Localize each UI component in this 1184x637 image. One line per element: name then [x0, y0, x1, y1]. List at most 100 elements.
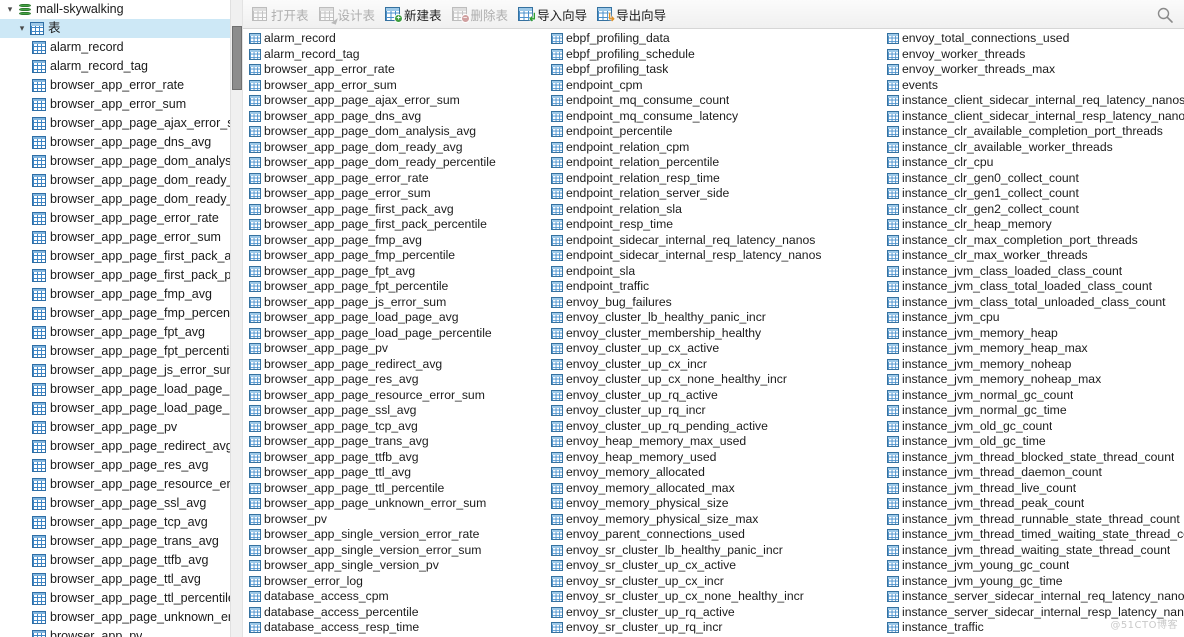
- table-list-item[interactable]: browser_app_page_unknown_error_sum: [249, 496, 545, 512]
- table-list-item[interactable]: instance_jvm_cpu: [887, 310, 1184, 326]
- table-list-item[interactable]: browser_app_page_tcp_avg: [249, 419, 545, 435]
- sidebar-scrollbar-thumb[interactable]: [232, 26, 242, 90]
- table-list-item[interactable]: envoy_sr_cluster_up_rq_incr: [551, 620, 881, 636]
- table-list-item[interactable]: instance_server_sidecar_internal_req_lat…: [887, 589, 1184, 605]
- table-name-list[interactable]: alarm_record alarm_record_tag browser_app_…: [243, 29, 1184, 637]
- tree-node-table[interactable]: browser_app_page_load_page_percentile: [0, 399, 231, 418]
- table-list-item[interactable]: browser_app_page_trans_avg: [249, 434, 545, 450]
- tree-node-table[interactable]: browser_app_page_ajax_error_sum: [0, 114, 231, 133]
- table-list-item[interactable]: endpoint_relation_percentile: [551, 155, 881, 171]
- table-list-item[interactable]: browser_app_page_redirect_avg: [249, 357, 545, 373]
- tree-node-table[interactable]: browser_app_page_load_page_avg: [0, 380, 231, 399]
- tree-node-table[interactable]: browser_app_page_first_pack_avg: [0, 247, 231, 266]
- table-list-column-2[interactable]: ebpf_profiling_data ebpf_profiling_schedu…: [545, 31, 881, 637]
- table-list-item[interactable]: ebpf_profiling_task: [551, 62, 881, 78]
- table-list-item[interactable]: envoy_worker_threads: [887, 47, 1184, 63]
- tree-node-table[interactable]: browser_app_page_ttl_avg: [0, 570, 231, 589]
- table-list-item[interactable]: instance_jvm_memory_noheap_max: [887, 372, 1184, 388]
- table-list-item[interactable]: envoy_memory_allocated: [551, 465, 881, 481]
- table-list-item[interactable]: instance_clr_available_completion_port_t…: [887, 124, 1184, 140]
- tree-node-table[interactable]: browser_app_page_fmp_percentile: [0, 304, 231, 323]
- table-list-item[interactable]: browser_app_single_version_error_sum: [249, 543, 545, 559]
- table-list-item[interactable]: envoy_sr_cluster_up_cx_none_healthy_incr: [551, 589, 881, 605]
- table-list-item[interactable]: instance_jvm_thread_timed_waiting_state_…: [887, 527, 1184, 543]
- table-list-item[interactable]: browser_app_page_load_page_percentile: [249, 326, 545, 342]
- table-list-item[interactable]: browser_app_page_dom_ready_avg: [249, 140, 545, 156]
- table-list-item[interactable]: browser_app_error_sum: [249, 78, 545, 94]
- table-list-item[interactable]: envoy_parent_connections_used: [551, 527, 881, 543]
- tree-node-table[interactable]: browser_app_page_error_sum: [0, 228, 231, 247]
- tree-node-table[interactable]: browser_app_page_dom_analysis_avg: [0, 152, 231, 171]
- table-list-item[interactable]: envoy_cluster_up_cx_none_healthy_incr: [551, 372, 881, 388]
- table-list-item[interactable]: envoy_cluster_up_cx_incr: [551, 357, 881, 373]
- tree-node-table[interactable]: browser_app_page_tcp_avg: [0, 513, 231, 532]
- table-list-item[interactable]: instance_clr_gen2_collect_count: [887, 202, 1184, 218]
- table-list-item[interactable]: envoy_cluster_up_rq_active: [551, 388, 881, 404]
- table-list-item[interactable]: browser_app_page_fpt_avg: [249, 264, 545, 280]
- table-list-item[interactable]: envoy_sr_cluster_up_rq_active: [551, 605, 881, 621]
- tree-node-table[interactable]: browser_app_page_ttfb_avg: [0, 551, 231, 570]
- table-list-item[interactable]: instance_jvm_thread_live_count: [887, 481, 1184, 497]
- table-list-item[interactable]: instance_jvm_class_total_unloaded_class_…: [887, 295, 1184, 311]
- table-list-item[interactable]: ebpf_profiling_data: [551, 31, 881, 47]
- table-list-item[interactable]: instance_jvm_thread_daemon_count: [887, 465, 1184, 481]
- table-list-item[interactable]: instance_clr_gen1_collect_count: [887, 186, 1184, 202]
- table-list-item[interactable]: endpoint_relation_resp_time: [551, 171, 881, 187]
- tree-node-table[interactable]: browser_app_page_redirect_avg: [0, 437, 231, 456]
- table-list-item[interactable]: instance_client_sidecar_internal_req_lat…: [887, 93, 1184, 109]
- table-list-item[interactable]: endpoint_relation_server_side: [551, 186, 881, 202]
- tree-node-table[interactable]: alarm_record: [0, 38, 231, 57]
- table-list-item[interactable]: browser_app_page_fmp_avg: [249, 233, 545, 249]
- table-list-item[interactable]: instance_jvm_class_total_loaded_class_co…: [887, 279, 1184, 295]
- table-list-item[interactable]: endpoint_mq_consume_latency: [551, 109, 881, 125]
- table-list-item[interactable]: instance_clr_heap_memory: [887, 217, 1184, 233]
- table-list-item[interactable]: instance_server_sidecar_internal_resp_la…: [887, 605, 1184, 621]
- table-list-item[interactable]: instance_client_sidecar_internal_resp_la…: [887, 109, 1184, 125]
- table-list-item[interactable]: endpoint_mq_consume_count: [551, 93, 881, 109]
- tree-node-table[interactable]: browser_app_page_fpt_percentile: [0, 342, 231, 361]
- table-list-item[interactable]: endpoint_relation_cpm: [551, 140, 881, 156]
- table-list-item[interactable]: browser_app_single_version_pv: [249, 558, 545, 574]
- tree-node-table[interactable]: alarm_record_tag: [0, 57, 231, 76]
- table-list-item[interactable]: envoy_memory_physical_size_max: [551, 512, 881, 528]
- table-list-item[interactable]: endpoint_sidecar_internal_resp_latency_n…: [551, 248, 881, 264]
- tree-node-table[interactable]: browser_app_page_fmp_avg: [0, 285, 231, 304]
- table-list-item[interactable]: browser_app_page_ajax_error_sum: [249, 93, 545, 109]
- table-list-item[interactable]: instance_jvm_old_gc_count: [887, 419, 1184, 435]
- table-list-item[interactable]: instance_jvm_normal_gc_count: [887, 388, 1184, 404]
- table-list-item[interactable]: alarm_record_tag: [249, 47, 545, 63]
- tree-node-table[interactable]: browser_app_page_unknown_error_sum: [0, 608, 231, 627]
- table-list-item[interactable]: endpoint_sla: [551, 264, 881, 280]
- table-list-item[interactable]: instance_jvm_thread_peak_count: [887, 496, 1184, 512]
- table-list-item[interactable]: browser_app_page_dom_analysis_avg: [249, 124, 545, 140]
- tree-node-table[interactable]: browser_app_page_error_rate: [0, 209, 231, 228]
- tree-node-table[interactable]: browser_app_page_dom_ready_avg: [0, 171, 231, 190]
- table-list-item[interactable]: browser_app_page_first_pack_percentile: [249, 217, 545, 233]
- tree-node-tables-folder[interactable]: ▾ 表: [0, 19, 231, 38]
- table-list-item[interactable]: envoy_sr_cluster_lb_healthy_panic_incr: [551, 543, 881, 559]
- tree-node-table[interactable]: browser_app_page_js_error_sum: [0, 361, 231, 380]
- table-list-item[interactable]: browser_app_page_fmp_percentile: [249, 248, 545, 264]
- table-list-item[interactable]: endpoint_relation_sla: [551, 202, 881, 218]
- tree-node-table[interactable]: browser_app_page_ssl_avg: [0, 494, 231, 513]
- chevron-down-icon[interactable]: ▾: [14, 19, 30, 38]
- table-list-item[interactable]: database_access_percentile: [249, 605, 545, 621]
- table-list-item[interactable]: browser_app_page_load_page_avg: [249, 310, 545, 326]
- table-list-item[interactable]: instance_clr_cpu: [887, 155, 1184, 171]
- table-list-item[interactable]: browser_app_page_ttl_avg: [249, 465, 545, 481]
- table-list-item[interactable]: browser_app_page_error_sum: [249, 186, 545, 202]
- table-list-item[interactable]: instance_jvm_memory_heap: [887, 326, 1184, 342]
- table-list-item[interactable]: browser_app_page_resource_error_sum: [249, 388, 545, 404]
- table-list-item[interactable]: browser_app_error_rate: [249, 62, 545, 78]
- table-list-item[interactable]: instance_jvm_thread_waiting_state_thread…: [887, 543, 1184, 559]
- table-list-item[interactable]: instance_jvm_memory_heap_max: [887, 341, 1184, 357]
- table-list-item[interactable]: envoy_total_connections_used: [887, 31, 1184, 47]
- table-list-item[interactable]: browser_app_single_version_error_rate: [249, 527, 545, 543]
- table-list-item[interactable]: envoy_sr_cluster_up_cx_incr: [551, 574, 881, 590]
- table-list-item[interactable]: instance_traffic: [887, 620, 1184, 636]
- table-list-item[interactable]: browser_app_page_dom_ready_percentile: [249, 155, 545, 171]
- table-list-item[interactable]: endpoint_sidecar_internal_req_latency_na…: [551, 233, 881, 249]
- table-list-item[interactable]: instance_jvm_thread_blocked_state_thread…: [887, 450, 1184, 466]
- table-list-item[interactable]: instance_jvm_young_gc_count: [887, 558, 1184, 574]
- tree-node-table[interactable]: browser_app_page_res_avg: [0, 456, 231, 475]
